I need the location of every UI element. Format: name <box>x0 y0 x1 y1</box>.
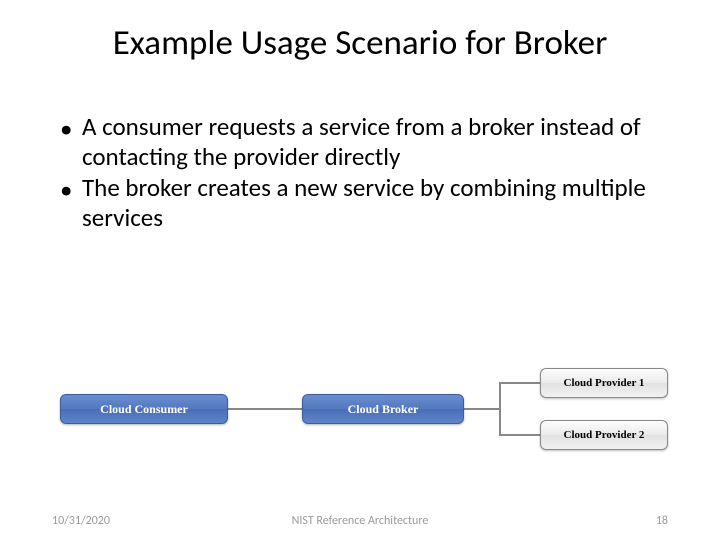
slide-footer: 10/31/2020 NIST Reference Architecture 1… <box>0 514 720 528</box>
bullet-text: The broker creates a new service by comb… <box>82 173 680 232</box>
broker-diagram: Cloud Consumer Cloud Broker Cloud Provid… <box>50 350 670 470</box>
node-cloud-provider-1: Cloud Provider 1 <box>540 368 668 398</box>
bullet-dot-icon: • <box>60 112 82 171</box>
bullet-item: • A consumer requests a service from a b… <box>60 112 680 171</box>
bullet-item: • The broker creates a new service by co… <box>60 173 680 232</box>
bullet-list: • A consumer requests a service from a b… <box>0 64 720 232</box>
node-cloud-provider-2: Cloud Provider 2 <box>540 420 668 450</box>
slide-title: Example Usage Scenario for Broker <box>0 0 720 64</box>
node-cloud-consumer: Cloud Consumer <box>60 394 228 424</box>
bullet-text: A consumer requests a service from a bro… <box>82 112 680 171</box>
bullet-dot-icon: • <box>60 173 82 232</box>
footer-title: NIST Reference Architecture <box>0 514 720 528</box>
node-cloud-broker: Cloud Broker <box>302 394 464 424</box>
